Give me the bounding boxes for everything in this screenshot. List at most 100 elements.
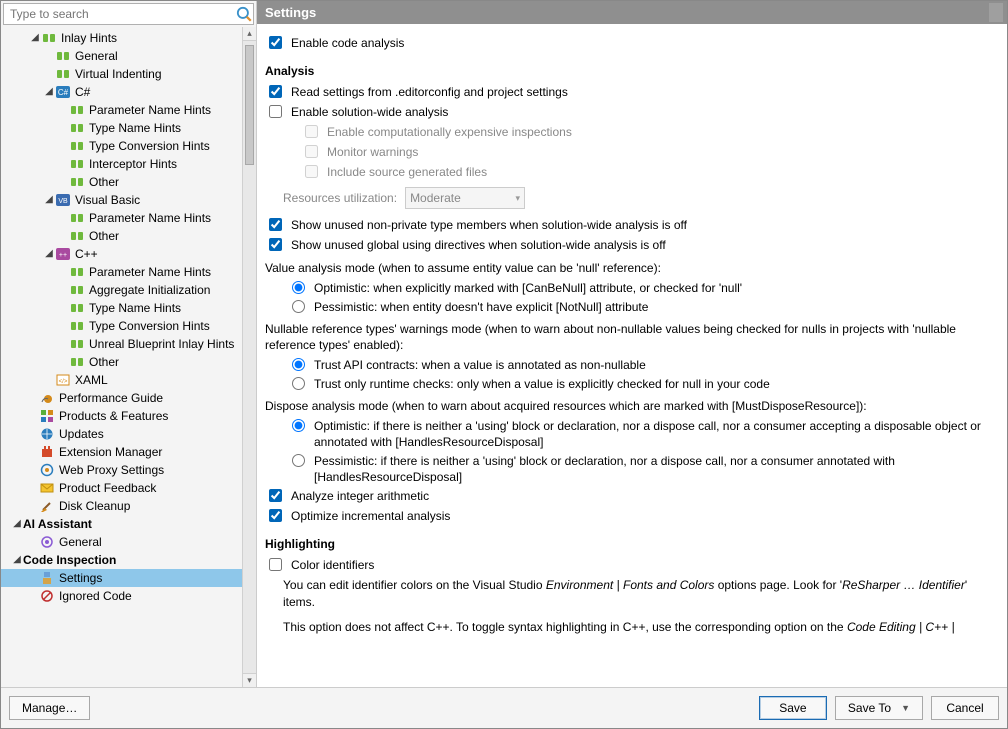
tree-item-cpp-agg[interactable]: Aggregate Initialization xyxy=(1,281,256,299)
unused-types-check[interactable]: Show unused non-private type members whe… xyxy=(265,217,995,234)
checkbox[interactable] xyxy=(269,238,282,251)
enable-swa-check[interactable]: Enable solution-wide analysis xyxy=(265,104,995,121)
radio[interactable] xyxy=(292,300,305,313)
check-label: Monitor warnings xyxy=(327,144,418,160)
read-editorconfig-check[interactable]: Read settings from .editorconfig and pro… xyxy=(265,84,995,101)
hints-icon xyxy=(69,318,85,334)
radio[interactable] xyxy=(292,454,305,467)
content-scroll-indicator[interactable] xyxy=(989,3,1003,22)
checkbox[interactable] xyxy=(269,509,282,522)
tree-item-updates[interactable]: Updates xyxy=(1,425,256,443)
tree-item-ai-general[interactable]: General xyxy=(1,533,256,551)
check-label: Include source generated files xyxy=(327,164,487,180)
tree-item-settings[interactable]: Settings xyxy=(1,569,256,587)
scrollbar-thumb[interactable] xyxy=(245,45,254,165)
tree-item-ai[interactable]: ◢ AI Assistant xyxy=(1,515,256,533)
tree-item-cpp[interactable]: ◢ ++ C++ xyxy=(1,245,256,263)
nrt-runtime-radio[interactable]: Trust only runtime checks: only when a v… xyxy=(287,376,995,392)
tree-item-other[interactable]: Other xyxy=(1,173,256,191)
radio[interactable] xyxy=(292,377,305,390)
tree-item-cpp-other[interactable]: Other xyxy=(1,353,256,371)
save-button[interactable]: Save xyxy=(759,696,827,720)
collapse-icon[interactable]: ◢ xyxy=(29,32,41,44)
tree-item-code-inspection[interactable]: ◢ Code Inspection xyxy=(1,551,256,569)
tree-item-perf-guide[interactable]: Performance Guide xyxy=(1,389,256,407)
check-label: Show unused non-private type members whe… xyxy=(291,217,687,233)
check-label: Enable code analysis xyxy=(291,35,404,51)
collapse-icon[interactable]: ◢ xyxy=(43,248,55,260)
value-optimistic-radio[interactable]: Optimistic: when explicitly marked with … xyxy=(287,280,995,296)
collapse-icon[interactable]: ◢ xyxy=(43,194,55,206)
radio[interactable] xyxy=(292,281,305,294)
tree-item-type-hints[interactable]: Type Name Hints xyxy=(1,119,256,137)
tree-scrollbar[interactable]: ▴ ▾ xyxy=(242,27,256,687)
checkbox[interactable] xyxy=(269,218,282,231)
tree-item-csharp[interactable]: ◢ C# C# xyxy=(1,83,256,101)
tree-item-ignored[interactable]: Ignored Code xyxy=(1,587,256,605)
tree-item-cpp-unreal[interactable]: Unreal Blueprint Inlay Hints xyxy=(1,335,256,353)
tree-item-vb[interactable]: ◢ VB Visual Basic xyxy=(1,191,256,209)
check-label: Analyze integer arithmetic xyxy=(291,488,429,504)
nrt-trust-radio[interactable]: Trust API contracts: when a value is ann… xyxy=(287,357,995,373)
tree-label: Interceptor Hints xyxy=(89,157,177,171)
save-to-button[interactable]: Save To ▼ xyxy=(835,696,923,720)
collapse-icon[interactable]: ◢ xyxy=(43,86,55,98)
dispose-pessimistic-radio[interactable]: Pessimistic: if there is neither a 'usin… xyxy=(287,453,995,485)
tree-item-feedback[interactable]: Product Feedback xyxy=(1,479,256,497)
content-area: Settings Enable code analysis Analysis R… xyxy=(257,1,1007,687)
tree-item-vb-other[interactable]: Other xyxy=(1,227,256,245)
search-box[interactable] xyxy=(3,3,254,25)
tree-item-ext-mgr[interactable]: Extension Manager xyxy=(1,443,256,461)
checkbox xyxy=(305,125,318,138)
check-label: Read settings from .editorconfig and pro… xyxy=(291,84,568,100)
tree-item-products[interactable]: Products & Features xyxy=(1,407,256,425)
checkbox[interactable] xyxy=(269,36,282,49)
tree-label: Products & Features xyxy=(59,409,168,423)
tree-item-cpp-type[interactable]: Type Name Hints xyxy=(1,299,256,317)
hints-icon xyxy=(41,30,57,46)
checkbox[interactable] xyxy=(269,558,282,571)
search-input[interactable] xyxy=(4,5,235,23)
checkbox[interactable] xyxy=(269,105,282,118)
analyze-int-check[interactable]: Analyze integer arithmetic xyxy=(265,488,995,505)
dispose-optimistic-radio[interactable]: Optimistic: if there is neither a 'using… xyxy=(287,418,995,450)
dropdown-value: Moderate xyxy=(410,191,461,205)
radio[interactable] xyxy=(292,358,305,371)
tree-item-conv-hints[interactable]: Type Conversion Hints xyxy=(1,137,256,155)
settings-panel: Enable code analysis Analysis Read setti… xyxy=(257,24,1007,687)
value-pessimistic-radio[interactable]: Pessimistic: when entity doesn't have ex… xyxy=(287,299,995,315)
collapse-icon[interactable]: ◢ xyxy=(11,518,23,530)
tree-item-general[interactable]: General xyxy=(1,47,256,65)
unused-usings-check[interactable]: Show unused global using directives when… xyxy=(265,237,995,254)
tree-item-cpp-param[interactable]: Parameter Name Hints xyxy=(1,263,256,281)
cancel-button[interactable]: Cancel xyxy=(931,696,999,720)
tree-item-virtual-indenting[interactable]: Virtual Indenting xyxy=(1,65,256,83)
enable-code-analysis-check[interactable]: Enable code analysis xyxy=(265,35,995,52)
tree-label: Other xyxy=(89,355,119,369)
manage-button[interactable]: Manage… xyxy=(9,696,90,720)
search-icon[interactable] xyxy=(235,5,253,23)
tree-item-param-hints[interactable]: Parameter Name Hints xyxy=(1,101,256,119)
collapse-icon[interactable]: ◢ xyxy=(11,554,23,566)
checkbox[interactable] xyxy=(269,489,282,502)
svg-text:</>: </> xyxy=(59,379,68,385)
scroll-down-icon[interactable]: ▾ xyxy=(243,673,256,687)
scroll-up-icon[interactable]: ▴ xyxy=(243,27,256,41)
tree-label: Type Name Hints xyxy=(89,121,181,135)
main-split: ◢ Inlay Hints General Virtual Indenting … xyxy=(1,1,1007,687)
color-note-2: This option does not affect C++. To togg… xyxy=(283,619,995,636)
settings-page-icon xyxy=(39,570,55,586)
color-identifiers-check[interactable]: Color identifiers xyxy=(265,557,995,574)
tree-item-vb-param[interactable]: Parameter Name Hints xyxy=(1,209,256,227)
checkbox[interactable] xyxy=(269,85,282,98)
tree-item-cleanup[interactable]: Disk Cleanup xyxy=(1,497,256,515)
tree-label: Parameter Name Hints xyxy=(89,211,211,225)
chevron-down-icon: ▼ xyxy=(901,703,910,713)
tree-item-proxy[interactable]: Web Proxy Settings xyxy=(1,461,256,479)
tree-item-cpp-conv[interactable]: Type Conversion Hints xyxy=(1,317,256,335)
radio[interactable] xyxy=(292,419,305,432)
tree-item-xaml[interactable]: </> XAML xyxy=(1,371,256,389)
tree-item-inlay-hints[interactable]: ◢ Inlay Hints xyxy=(1,29,256,47)
optimize-incremental-check[interactable]: Optimize incremental analysis xyxy=(265,508,995,525)
tree-item-interceptor-hints[interactable]: Interceptor Hints xyxy=(1,155,256,173)
